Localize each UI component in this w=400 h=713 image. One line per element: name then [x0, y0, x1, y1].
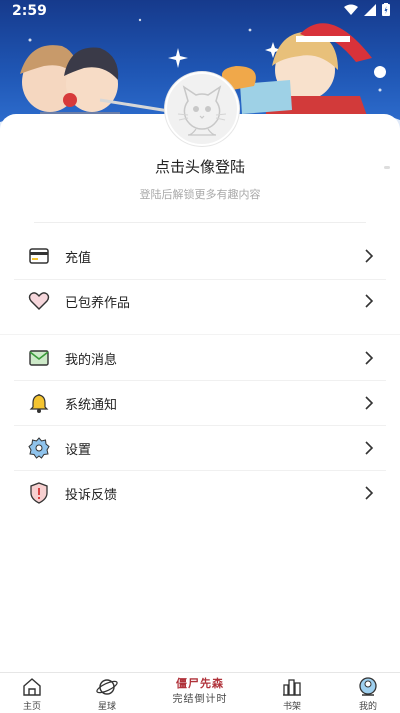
menu-item-sponsored-works[interactable]: 已包养作品	[14, 279, 386, 323]
menu-item-messages[interactable]: 我的消息	[14, 336, 386, 380]
message-icon	[29, 350, 49, 366]
menu-item-feedback[interactable]: 投诉反馈	[14, 471, 386, 515]
battery-icon	[382, 3, 390, 16]
tab-home[interactable]: 主页	[0, 673, 64, 713]
tab-label-planet: 星球	[97, 702, 116, 712]
divider	[34, 222, 366, 223]
tab-bookshelf[interactable]: 书架	[260, 673, 324, 713]
tab-label-bookshelf: 书架	[282, 702, 301, 712]
wallet-icon	[29, 248, 49, 264]
chevron-right-icon	[365, 249, 374, 263]
tab-label-profile: 我的	[358, 702, 377, 712]
center-promo-logo[interactable]: 僵尸先森 完结倒计时	[166, 675, 234, 711]
menu-label-settings: 设置	[65, 443, 92, 458]
planet-icon	[96, 679, 118, 695]
chevron-right-icon	[365, 294, 374, 308]
status-bar: 2:59	[0, 0, 400, 24]
chevron-right-icon	[365, 441, 374, 455]
menu-label-recharge: 充值	[65, 251, 92, 266]
bookshelf-icon	[283, 679, 301, 696]
menu-label-system-notifications: 系统通知	[65, 398, 118, 413]
menu-item-system-notifications[interactable]: 系统通知	[14, 381, 386, 425]
login-prompt-subtitle: 登陆后解锁更多有趣内容	[139, 188, 261, 201]
heart-icon	[28, 292, 50, 310]
default-cat-avatar-icon	[177, 85, 227, 136]
settings-icon	[28, 437, 50, 459]
tab-label-home: 主页	[22, 702, 41, 712]
divider-decoration	[384, 166, 390, 169]
avatar-button[interactable]	[165, 72, 239, 146]
login-prompt-title[interactable]: 点击头像登陆	[0, 156, 400, 177]
home-icon	[23, 678, 41, 696]
section-divider	[0, 334, 400, 335]
menu-label-messages: 我的消息	[65, 353, 118, 368]
menu-label-sponsored-works: 已包养作品	[65, 296, 131, 311]
signal-icon	[364, 3, 376, 16]
feedback-shield-icon	[30, 482, 48, 504]
chevron-right-icon	[365, 396, 374, 410]
menu-item-recharge[interactable]: 充值	[14, 234, 386, 278]
chevron-right-icon	[365, 486, 374, 500]
menu-label-feedback: 投诉反馈	[65, 488, 118, 503]
menu-item-settings[interactable]: 设置	[14, 426, 386, 470]
bottom-tab-bar: 主页 星球 僵尸先森 完结倒计时 书架 我的	[0, 672, 400, 713]
profile-icon	[359, 677, 377, 696]
tab-profile[interactable]: 我的	[336, 673, 400, 713]
status-time: 2:59	[12, 3, 47, 19]
tab-planet[interactable]: 星球	[75, 673, 139, 713]
wifi-icon	[344, 4, 358, 15]
bell-icon	[29, 393, 49, 413]
chevron-right-icon	[365, 351, 374, 365]
promo-logo-title: 僵尸先森	[176, 677, 224, 690]
promo-logo-caption: 完结倒计时	[172, 694, 228, 705]
